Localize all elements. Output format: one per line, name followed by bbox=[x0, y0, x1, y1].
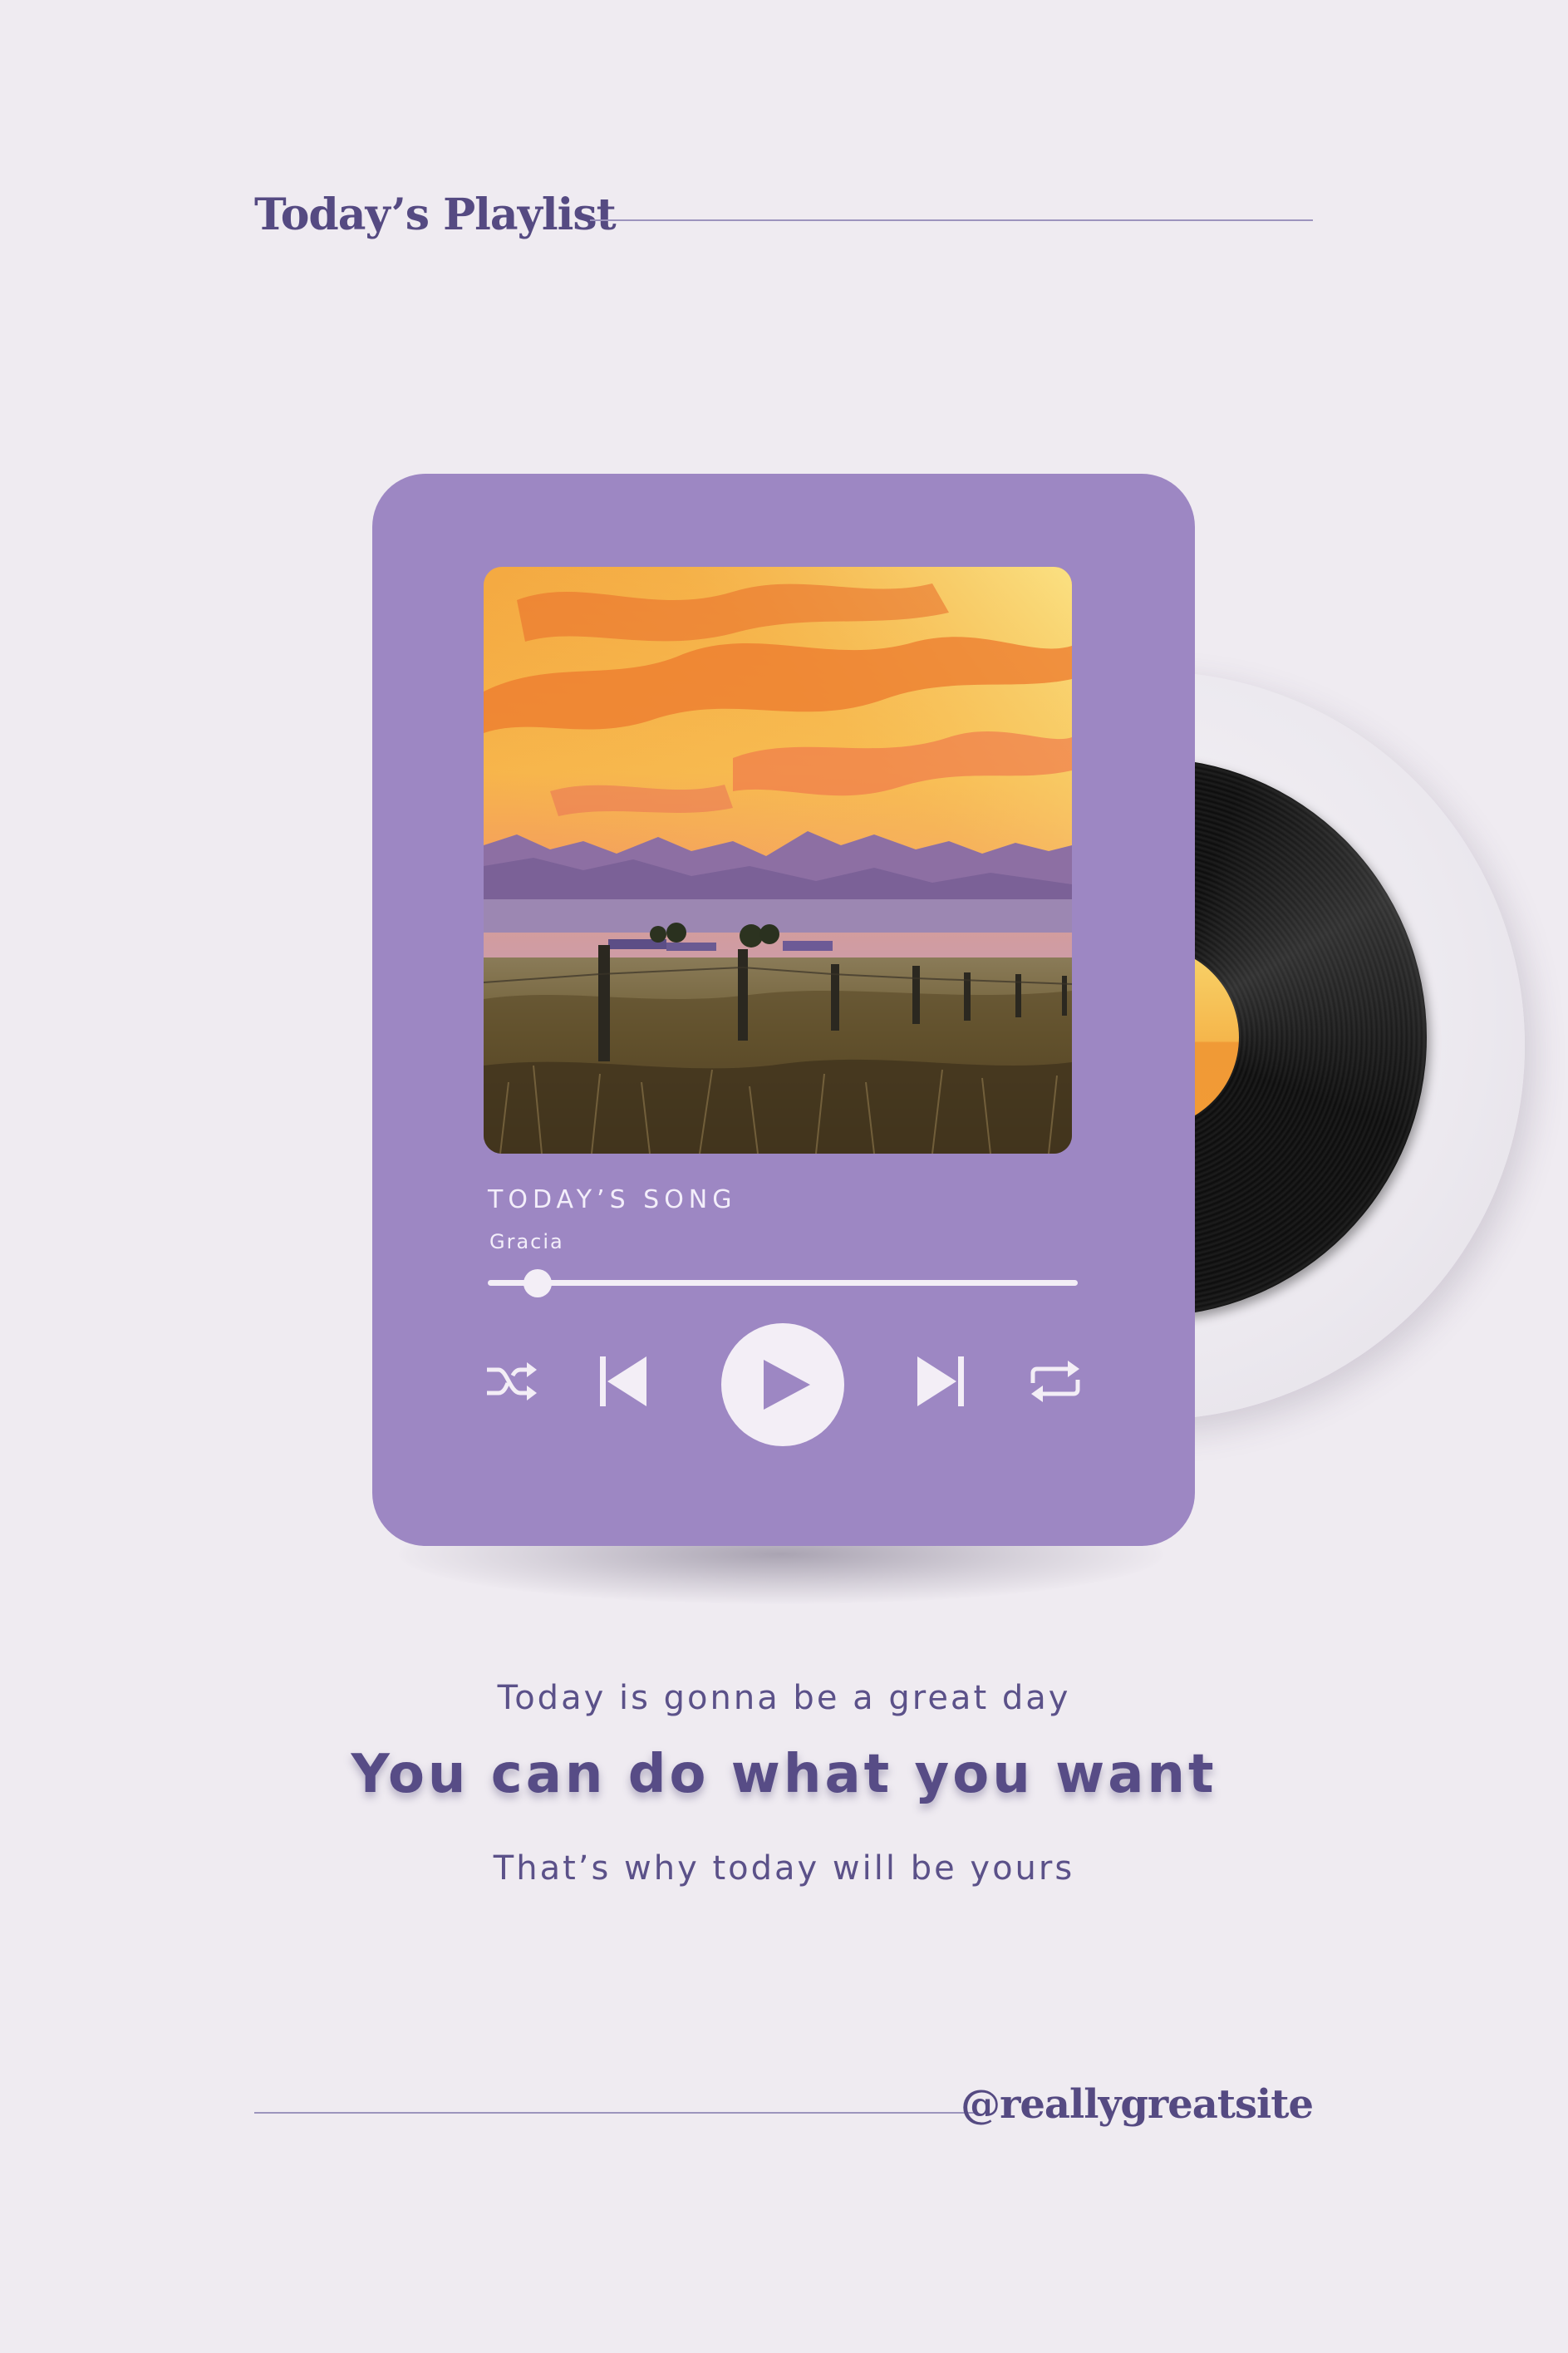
lyric-line-3: That’s why today will be yours bbox=[493, 1849, 1075, 1888]
skip-next-icon bbox=[917, 1356, 964, 1406]
album-art bbox=[484, 567, 1072, 1154]
skip-previous-icon bbox=[600, 1356, 646, 1406]
shuffle-button[interactable] bbox=[485, 1355, 538, 1408]
repeat-button[interactable] bbox=[1029, 1355, 1082, 1408]
play-button[interactable] bbox=[721, 1323, 844, 1446]
player-card: TODAY’S SONG Gracia bbox=[372, 474, 1195, 1546]
lyric-line-2: You can do what you want bbox=[351, 1744, 1217, 1805]
repeat-icon bbox=[1030, 1361, 1080, 1402]
footer-divider bbox=[254, 2112, 977, 2114]
shuffle-icon bbox=[487, 1362, 537, 1400]
previous-button[interactable] bbox=[597, 1355, 650, 1408]
progress-knob[interactable] bbox=[523, 1269, 553, 1297]
header-divider bbox=[590, 219, 1313, 221]
social-handle[interactable]: @reallygreatsite bbox=[961, 2081, 1314, 2128]
song-title: TODAY’S SONG bbox=[488, 1185, 737, 1214]
progress-bar[interactable] bbox=[488, 1269, 1078, 1297]
page-title: Today’s Playlist bbox=[254, 190, 617, 240]
lyric-line-1: Today is gonna be a great day bbox=[497, 1679, 1071, 1717]
next-button[interactable] bbox=[914, 1355, 967, 1408]
song-artist: Gracia bbox=[489, 1230, 564, 1253]
play-icon bbox=[764, 1360, 810, 1410]
